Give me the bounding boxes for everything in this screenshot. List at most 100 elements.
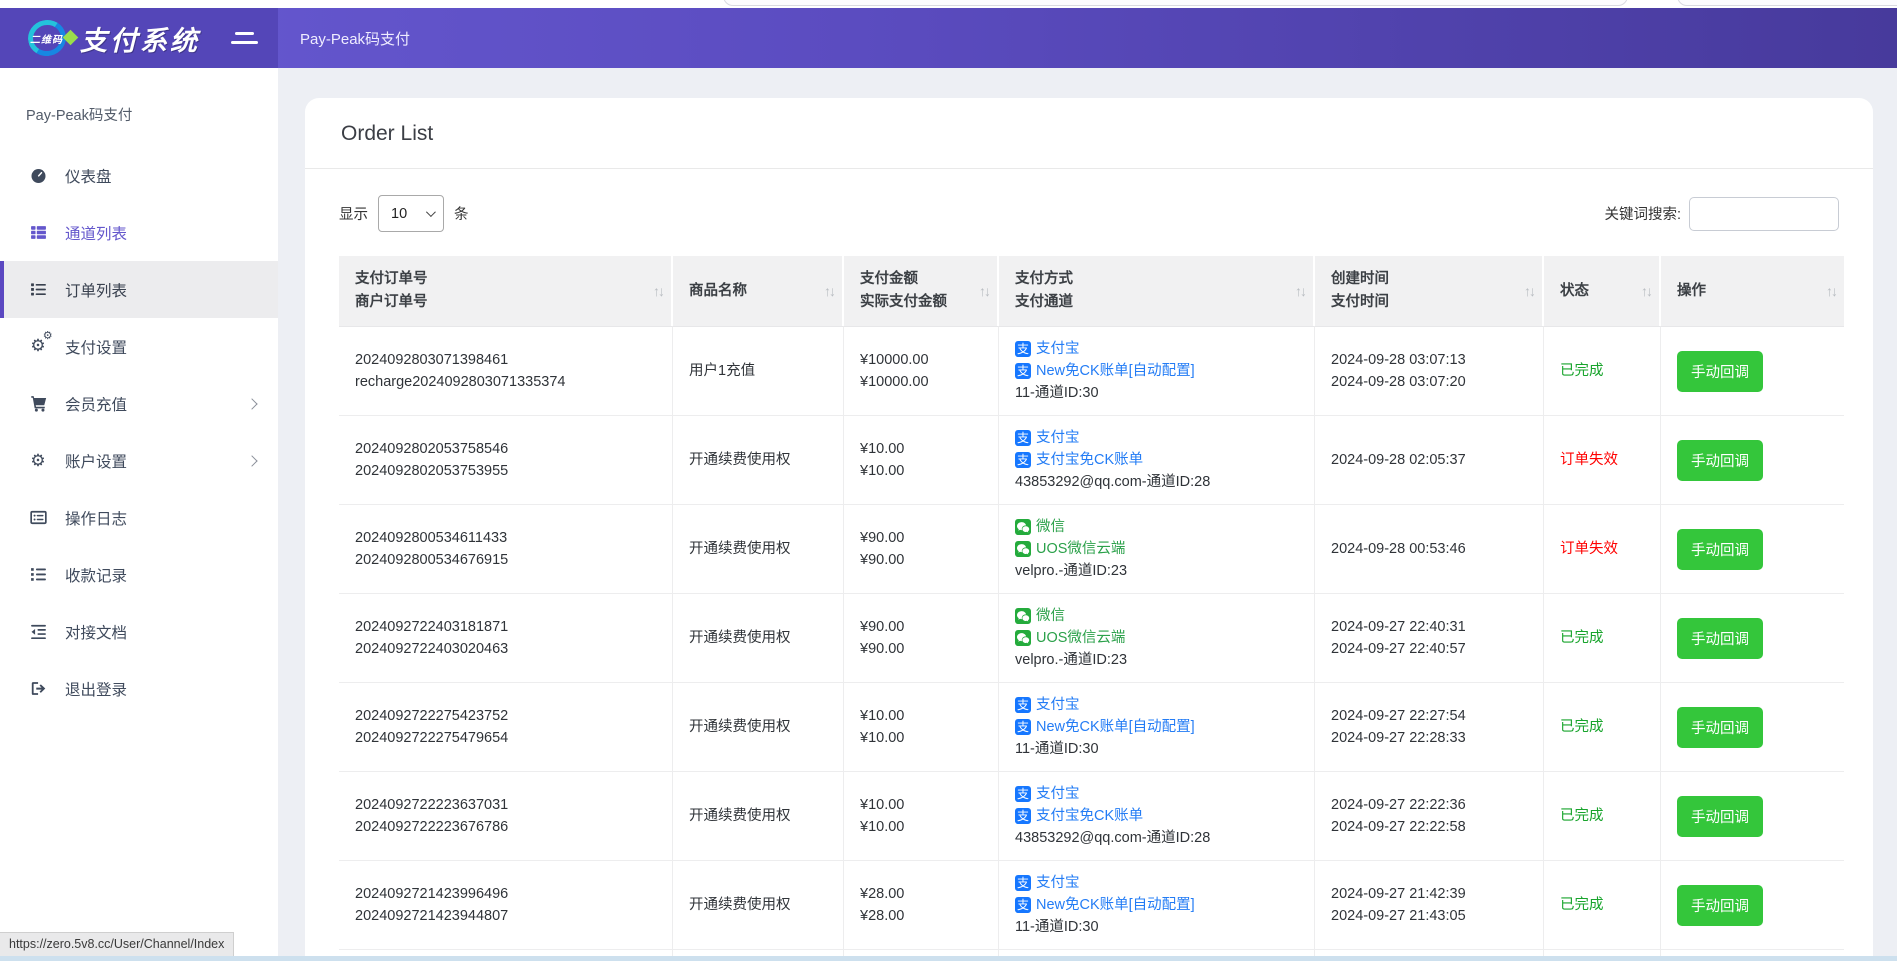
sort-icon[interactable]: ↑↓ — [1826, 283, 1836, 299]
column-header-label: 支付时间 — [1331, 291, 1526, 314]
sidebar-item-order-list[interactable]: 订单列表 — [0, 261, 278, 318]
sort-icon[interactable]: ↑↓ — [1641, 283, 1651, 299]
payment-method-cell: 支支付宝支New免CK账单[自动配置]11-通道ID:30 — [999, 861, 1315, 950]
sidebar-item-collection-records[interactable]: 收款记录 — [0, 546, 278, 603]
payment-order-number: 2024092722223637031 — [355, 794, 656, 816]
sidebar-item-label: 通道列表 — [65, 222, 127, 244]
sidebar-item-gauge[interactable]: 仪表盘 — [0, 147, 278, 204]
column-header[interactable]: 状态↑↓ — [1544, 256, 1661, 326]
sidebar-item-account-settings[interactable]: ⚙账户设置 — [0, 432, 278, 489]
status-badge: 已完成 — [1560, 808, 1604, 824]
page-size-select[interactable]: 10 — [378, 195, 444, 232]
created-time: 2024-09-27 22:40:31 — [1331, 616, 1527, 638]
sort-icon[interactable]: ↑↓ — [824, 283, 834, 299]
sort-icon[interactable]: ↑↓ — [1295, 283, 1305, 299]
column-header[interactable]: 支付订单号商户订单号↑↓ — [339, 256, 673, 326]
merchant-order-number: 2024092722223676786 — [355, 816, 656, 838]
manual-callback-button[interactable]: 手动回调 — [1677, 529, 1763, 570]
payment-order-number: 2024092803071398461 — [355, 349, 656, 371]
app-title: 支付系统 — [80, 19, 200, 58]
payment-method: 支支付宝 — [1015, 694, 1298, 716]
action-cell: 手动回调 — [1661, 416, 1844, 505]
sidebar-item-channel-list[interactable]: 通道列表 — [0, 204, 278, 261]
manual-callback-button[interactable]: 手动回调 — [1677, 707, 1763, 748]
sidebar-item-api-docs[interactable]: 对接文档 — [0, 603, 278, 660]
channel-info: 43853292@qq.com-通道ID:28 — [1015, 827, 1298, 849]
alipay-icon: 支 — [1015, 808, 1031, 824]
manual-callback-button[interactable]: 手动回调 — [1677, 440, 1763, 481]
payment-settings-icon: ⚙⚙ — [28, 337, 48, 356]
payment-order-number: 2024092722403181871 — [355, 616, 656, 638]
created-time: 2024-09-27 22:27:54 — [1331, 705, 1527, 727]
payment-channel: 支New免CK账单[自动配置] — [1015, 894, 1298, 916]
header-bar: Pay-Peak码支付 — [278, 8, 1897, 68]
column-header[interactable]: 商品名称↑↓ — [673, 256, 844, 326]
alipay-icon: 支 — [1015, 697, 1031, 713]
keyword-search-input[interactable] — [1689, 197, 1839, 231]
app-logo[interactable]: 二维码 支付系统 — [0, 8, 278, 68]
logo-badge-text: 二维码 — [30, 31, 63, 46]
payment-method: 微信 — [1015, 605, 1298, 627]
sidebar-caption: Pay-Peak码支付 — [0, 68, 278, 133]
breadcrumb: Pay-Peak码支付 — [300, 28, 410, 49]
manual-callback-button[interactable]: 手动回调 — [1677, 885, 1763, 926]
payment-method: 支支付宝 — [1015, 783, 1298, 805]
order-row: 20240928005346114332024092800534676915开通… — [339, 505, 1844, 594]
payment-channel: UOS微信云端 — [1015, 627, 1298, 649]
order-row: 20240927224031818712024092722403020463开通… — [339, 594, 1844, 683]
sidebar-toggle-button[interactable] — [231, 32, 258, 44]
sidebar-item-cart[interactable]: 会员充值 — [0, 375, 278, 432]
product-name-cell: 开通续费使用权 — [673, 861, 844, 950]
sort-icon[interactable]: ↑↓ — [653, 283, 663, 299]
column-header-label: 支付金额 — [860, 268, 981, 291]
column-header[interactable]: 操作↑↓ — [1661, 256, 1844, 326]
api-docs-icon — [28, 623, 48, 640]
sidebar-item-operation-log[interactable]: 操作日志 — [0, 489, 278, 546]
payment-method-cell: 微信UOS微信云端velpro.-通道ID:23 — [999, 505, 1315, 594]
column-header[interactable]: 创建时间支付时间↑↓ — [1315, 256, 1544, 326]
channel-info: velpro.-通道ID:23 — [1015, 560, 1298, 582]
sidebar-item-label: 操作日志 — [65, 507, 127, 529]
page-size-suffix-label: 条 — [454, 203, 469, 224]
order-numbers-cell: 20240927222236370312024092722223676786 — [339, 772, 673, 861]
sort-icon[interactable]: ↑↓ — [979, 283, 989, 299]
status-badge: 已完成 — [1560, 897, 1604, 913]
payment-method: 支支付宝 — [1015, 872, 1298, 894]
status-badge: 已完成 — [1560, 363, 1604, 379]
page-size-value: 10 — [391, 206, 407, 222]
product-name: 开通续费使用权 — [689, 627, 827, 649]
order-row: 20240927222754237522024092722275479654开通… — [339, 683, 1844, 772]
payment-amount: ¥10.00 — [860, 794, 982, 816]
product-name-cell: 用户1充值 — [673, 326, 844, 416]
payment-order-number: 2024092800534611433 — [355, 527, 656, 549]
status-cell: 已完成 — [1544, 861, 1661, 950]
manual-callback-button[interactable]: 手动回调 — [1677, 351, 1763, 392]
action-cell: 手动回调 — [1661, 594, 1844, 683]
merchant-order-number: recharge2024092803071335374 — [355, 371, 656, 393]
column-header-label: 商户订单号 — [355, 291, 655, 314]
page-size-prefix-label: 显示 — [339, 203, 368, 224]
sidebar-item-payment-settings[interactable]: ⚙⚙支付设置 — [0, 318, 278, 375]
sidebar-item-logout[interactable]: 退出登录 — [0, 660, 278, 717]
collection-records-icon — [28, 566, 48, 583]
column-header[interactable]: 支付方式支付通道↑↓ — [999, 256, 1315, 326]
alipay-icon: 支 — [1015, 897, 1031, 913]
actual-payment-amount: ¥10.00 — [860, 727, 982, 749]
status-cell: 订单失效 — [1544, 505, 1661, 594]
manual-callback-button[interactable]: 手动回调 — [1677, 618, 1763, 659]
chevron-down-icon — [426, 207, 436, 217]
payment-order-number: 2024092721423996496 — [355, 883, 656, 905]
product-name-cell: 开通续费使用权 — [673, 772, 844, 861]
column-header-label: 商品名称 — [689, 280, 826, 303]
sort-icon[interactable]: ↑↓ — [1524, 283, 1534, 299]
column-header[interactable]: 支付金额实际支付金额↑↓ — [844, 256, 999, 326]
channel-info: 11-通道ID:30 — [1015, 382, 1298, 404]
sidebar-nav: 仪表盘通道列表订单列表⚙⚙支付设置会员充值⚙账户设置操作日志收款记录对接文档退出… — [0, 147, 278, 717]
manual-callback-button[interactable]: 手动回调 — [1677, 796, 1763, 837]
action-cell: 手动回调 — [1661, 683, 1844, 772]
page-title: Order List — [305, 98, 1873, 169]
logout-icon — [28, 680, 48, 697]
channel-info: 11-通道ID:30 — [1015, 916, 1298, 938]
product-name: 开通续费使用权 — [689, 805, 827, 827]
payment-channel: 支支付宝免CK账单 — [1015, 805, 1298, 827]
